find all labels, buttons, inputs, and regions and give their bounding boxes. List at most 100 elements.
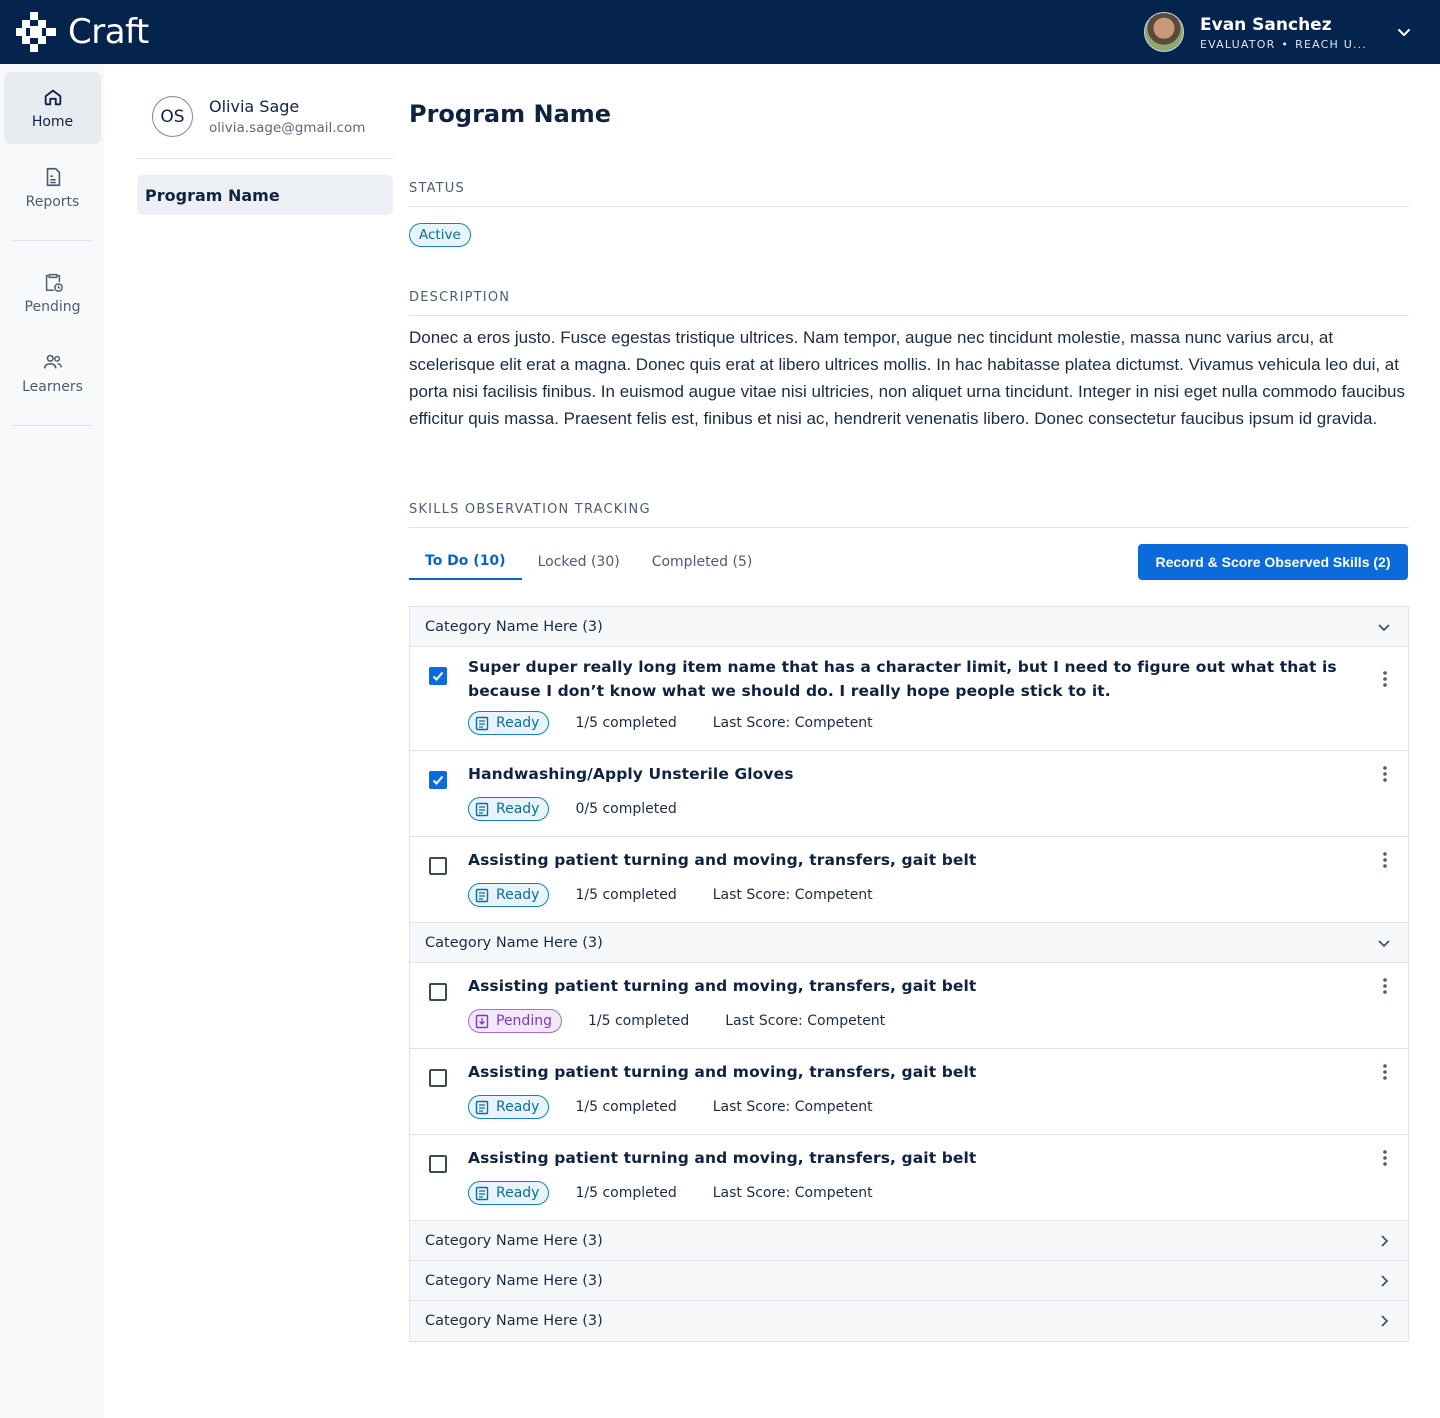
chevron-right-icon[interactable] xyxy=(1376,1273,1392,1289)
chevron-right-icon[interactable] xyxy=(1376,1313,1392,1329)
chevron-down-icon[interactable] xyxy=(1396,24,1412,40)
skill-checkbox[interactable] xyxy=(429,1069,447,1087)
category-header[interactable]: Category Name Here (3) xyxy=(410,923,1408,963)
clipboard-icon xyxy=(475,716,489,731)
skill-meta: Ready 1/5 completed Last Score: Competen… xyxy=(468,1181,873,1205)
skill-checkbox[interactable] xyxy=(429,771,447,789)
last-score-text: Last Score: Competent xyxy=(712,1099,873,1115)
learner-avatar: OS xyxy=(152,96,193,137)
page-title: Program Name xyxy=(409,100,612,128)
status-label: Ready xyxy=(496,887,540,903)
tab-locked[interactable]: Locked (30) xyxy=(522,544,636,580)
skills-list: Category Name Here (3) Super duper reall… xyxy=(409,606,1409,1342)
nav-label-learners: Learners xyxy=(22,379,83,395)
skill-checkbox[interactable] xyxy=(429,1155,447,1173)
status-badge: Ready xyxy=(468,797,550,821)
user-name: Evan Sanchez xyxy=(1200,14,1332,35)
last-score-text: Last Score: Competent xyxy=(725,1013,886,1029)
tab-completed[interactable]: Completed (5) xyxy=(636,544,769,580)
progress-text: 1/5 completed xyxy=(575,1185,677,1201)
category-header[interactable]: Category Name Here (3) xyxy=(410,1301,1408,1341)
category-header[interactable]: Category Name Here (3) xyxy=(410,1221,1408,1261)
brand-logo[interactable]: Craft xyxy=(16,12,149,52)
last-score-text: Last Score: Competent xyxy=(712,887,873,903)
status-label: STATUS xyxy=(409,181,465,196)
skill-title: Super duper really long item name that h… xyxy=(468,658,1337,700)
learner-name: Olivia Sage xyxy=(209,97,300,116)
tab-to-do[interactable]: To Do (10) xyxy=(409,544,522,580)
skill-item[interactable]: Handwashing/Apply Unsterile Gloves Ready… xyxy=(410,751,1408,837)
chevron-down-icon[interactable] xyxy=(1376,619,1392,635)
skill-title: Assisting patient turning and moving, tr… xyxy=(468,851,977,869)
more-options-icon[interactable] xyxy=(1382,1063,1388,1081)
skill-item[interactable]: Assisting patient turning and moving, tr… xyxy=(410,1135,1408,1221)
skill-item[interactable]: Super duper really long item name that h… xyxy=(410,647,1408,751)
nav-item-pending[interactable]: Pending xyxy=(4,257,101,329)
category-header[interactable]: Category Name Here (3) xyxy=(410,1261,1408,1301)
separator-dot: • xyxy=(1281,37,1290,51)
checkmark-icon xyxy=(432,671,444,681)
chevron-down-icon[interactable] xyxy=(1376,935,1392,951)
divider xyxy=(409,206,1409,207)
skill-meta: Pending 1/5 completed Last Score: Compet… xyxy=(468,1009,885,1033)
skill-meta: Ready 1/5 completed Last Score: Competen… xyxy=(468,1095,873,1119)
skill-meta: Ready 1/5 completed Last Score: Competen… xyxy=(468,883,873,907)
skill-item[interactable]: Assisting patient turning and moving, tr… xyxy=(410,837,1408,923)
status-badge: Ready xyxy=(468,883,550,907)
more-options-icon[interactable] xyxy=(1382,1149,1388,1167)
learner-email: olivia.sage@gmail.com xyxy=(209,120,366,136)
divider xyxy=(409,315,1409,316)
clipboard-icon xyxy=(475,1100,489,1115)
status-label: Ready xyxy=(496,715,540,731)
skill-meta: Ready 1/5 completed Last Score: Competen… xyxy=(468,711,873,735)
more-options-icon[interactable] xyxy=(1382,851,1388,869)
status-label: Ready xyxy=(496,1099,540,1115)
skills-tabs: To Do (10) Locked (30) Completed (5) xyxy=(409,544,768,580)
progress-text: 1/5 completed xyxy=(575,1099,677,1115)
user-menu[interactable]: Evan Sanchez EVALUATOR • REACH U... xyxy=(1144,12,1367,52)
divider xyxy=(137,158,393,159)
nav-item-learners[interactable]: Learners xyxy=(4,337,101,409)
chevron-right-icon[interactable] xyxy=(1376,1233,1392,1249)
skill-checkbox[interactable] xyxy=(429,983,447,1001)
skill-item[interactable]: Assisting patient turning and moving, tr… xyxy=(410,963,1408,1049)
skill-title: Handwashing/Apply Unsterile Gloves xyxy=(468,765,794,783)
skill-title: Assisting patient turning and moving, tr… xyxy=(468,1149,977,1167)
more-options-icon[interactable] xyxy=(1382,765,1388,783)
status-badge: Ready xyxy=(468,1181,550,1205)
brand-name: Craft xyxy=(68,12,149,52)
category-name: Category Name Here (3) xyxy=(425,1232,603,1249)
nav-item-reports[interactable]: Reports xyxy=(4,152,101,224)
status-badge: Ready xyxy=(468,711,550,735)
status-badge: Ready xyxy=(468,1095,550,1119)
clipboard-icon xyxy=(475,1186,489,1201)
skill-checkbox[interactable] xyxy=(429,857,447,875)
more-options-icon[interactable] xyxy=(1382,670,1388,688)
description-text: Donec a eros justo. Fusce egestas tristi… xyxy=(409,328,1405,428)
skill-item[interactable]: Assisting patient turning and moving, tr… xyxy=(410,1049,1408,1135)
nav-label-home: Home xyxy=(31,114,74,130)
last-score-text: Last Score: Competent xyxy=(712,1185,873,1201)
progress-text: 0/5 completed xyxy=(575,801,677,817)
more-options-icon[interactable] xyxy=(1382,977,1388,995)
user-role: EVALUATOR • REACH U... xyxy=(1200,38,1367,51)
progress-text: 1/5 completed xyxy=(587,1013,690,1029)
progress-text: 1/5 completed xyxy=(575,887,677,903)
category-name: Category Name Here (3) xyxy=(425,1272,603,1289)
status-label: Pending xyxy=(496,1013,552,1029)
record-score-button[interactable]: Record & Score Observed Skills (2) xyxy=(1138,544,1408,580)
nav-label-reports: Reports xyxy=(25,194,80,210)
user-avatar[interactable] xyxy=(1144,12,1184,52)
divider xyxy=(409,527,1409,528)
skill-title: Assisting patient turning and moving, tr… xyxy=(468,1063,977,1081)
nav-item-home[interactable]: Home xyxy=(4,72,101,144)
learner-card: OS Olivia Sage olivia.sage@gmail.com xyxy=(152,96,365,137)
category-name: Category Name Here (3) xyxy=(425,934,603,951)
skill-checkbox[interactable] xyxy=(429,667,447,685)
sidebar-program-link[interactable]: Program Name xyxy=(137,175,393,215)
category-header[interactable]: Category Name Here (3) xyxy=(410,607,1408,647)
progress-text: 1/5 completed xyxy=(575,715,677,731)
side-nav: Home Reports Pending Learners xyxy=(0,64,104,1418)
status-badge: Active xyxy=(409,223,471,247)
status-badge: Pending xyxy=(468,1009,562,1033)
